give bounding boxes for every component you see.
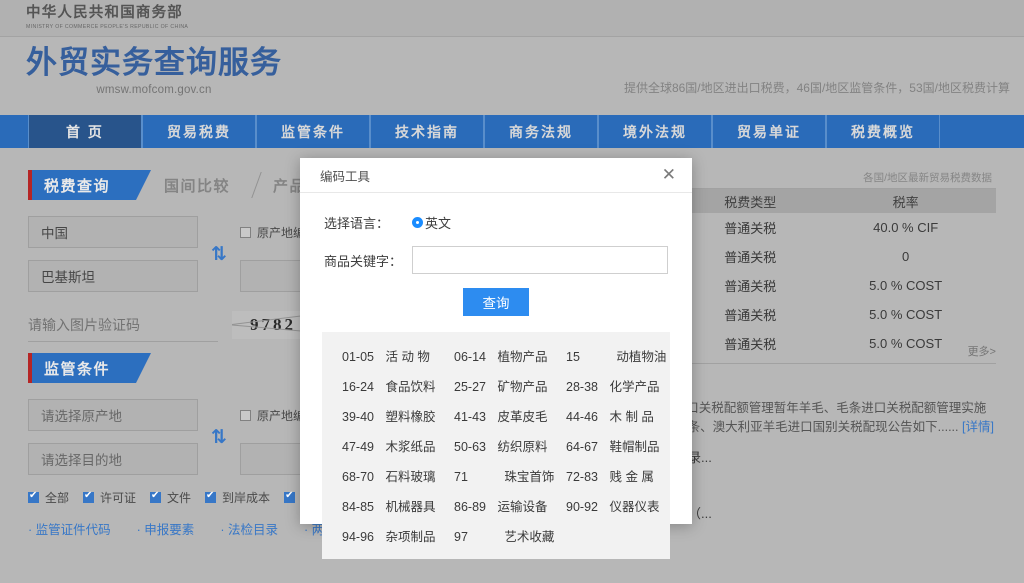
code-range: 94-96 <box>342 530 374 544</box>
code-cell-17[interactable]: 90-92 仪器仪表 <box>566 496 678 515</box>
code-range: 72-83 <box>566 470 598 484</box>
code-label: 化学产品 <box>606 380 660 394</box>
code-range: 64-67 <box>566 440 598 454</box>
code-cell-11[interactable]: 64-67 鞋帽制品 <box>566 436 678 455</box>
code-label: 动植物油 <box>606 350 667 364</box>
code-label: 杂项制品 <box>382 530 436 544</box>
language-radio-english[interactable]: 英文 <box>412 213 451 232</box>
language-row: 选择语言： 英文 <box>324 213 668 232</box>
code-range: 71 <box>454 470 468 484</box>
code-range: 16-24 <box>342 380 374 394</box>
code-label: 木 制 品 <box>606 410 654 424</box>
language-label: 选择语言： <box>324 216 390 231</box>
code-range: 01-05 <box>342 350 374 364</box>
code-range: 84-85 <box>342 500 374 514</box>
code-range: 28-38 <box>566 380 598 394</box>
code-cell-15[interactable]: 84-85 机械器具 <box>342 496 454 515</box>
code-cell-13[interactable]: 71 珠宝首饰 <box>454 466 566 485</box>
code-label: 植物产品 <box>494 350 548 364</box>
keyword-row: 商品关键字： <box>324 246 668 274</box>
code-range: 86-89 <box>454 500 486 514</box>
code-cell-9[interactable]: 47-49 木浆纸品 <box>342 436 454 455</box>
code-label: 鞋帽制品 <box>606 440 660 454</box>
code-range: 90-92 <box>566 500 598 514</box>
code-label: 贱 金 属 <box>606 470 654 484</box>
code-cell-7[interactable]: 41-43 皮革皮毛 <box>454 406 566 425</box>
code-range: 41-43 <box>454 410 486 424</box>
code-label: 皮革皮毛 <box>494 410 548 424</box>
code-cell-8[interactable]: 44-46 木 制 品 <box>566 406 678 425</box>
code-cell-2[interactable]: 15 动植物油 <box>566 346 678 365</box>
code-range: 47-49 <box>342 440 374 454</box>
keyword-input[interactable] <box>412 246 668 274</box>
code-cell-0[interactable]: 01-05 活 动 物 <box>342 346 454 365</box>
modal-header: 编码工具 ✕ <box>300 158 692 193</box>
code-label: 活 动 物 <box>382 350 430 364</box>
modal-body: 选择语言： 英文 商品关键字： 查询 <box>300 193 692 316</box>
modal-title: 编码工具 <box>320 169 371 184</box>
code-label: 石料玻璃 <box>382 470 436 484</box>
code-range: 97 <box>454 530 468 544</box>
code-cell-3[interactable]: 16-24 食品饮料 <box>342 376 454 395</box>
code-label: 运输设备 <box>494 500 548 514</box>
code-label: 机械器具 <box>382 500 436 514</box>
code-label: 仪器仪表 <box>606 500 660 514</box>
code-cell-12[interactable]: 68-70 石料玻璃 <box>342 466 454 485</box>
code-cell-5[interactable]: 28-38 化学产品 <box>566 376 678 395</box>
code-cell-1[interactable]: 06-14 植物产品 <box>454 346 566 365</box>
code-label: 艺术收藏 <box>494 530 555 544</box>
code-label: 塑料橡胶 <box>382 410 436 424</box>
code-label: 木浆纸品 <box>382 440 436 454</box>
code-label: 食品饮料 <box>382 380 436 394</box>
search-button[interactable]: 查询 <box>463 288 529 316</box>
code-range: 15 <box>566 350 580 364</box>
keyword-label: 商品关键字： <box>324 253 403 269</box>
code-cell-18[interactable]: 94-96 杂项制品 <box>342 526 454 545</box>
code-label: 纺织原料 <box>494 440 548 454</box>
code-label: 矿物产品 <box>494 380 548 394</box>
language-option-label: 英文 <box>425 216 452 231</box>
code-cell-10[interactable]: 50-63 纺织原料 <box>454 436 566 455</box>
encoding-tool-modal: 编码工具 ✕ 选择语言： 英文 商品关键字： 查询 01-05 活 动 物 06-… <box>300 158 692 559</box>
code-reference-panel: 01-05 活 动 物 06-14 植物产品 15 动植物油 16-24 食品饮料 25… <box>322 332 670 559</box>
code-range: 68-70 <box>342 470 374 484</box>
code-cell-16[interactable]: 86-89 运输设备 <box>454 496 566 515</box>
code-range: 06-14 <box>454 350 486 364</box>
code-cell-14[interactable]: 72-83 贱 金 属 <box>566 466 678 485</box>
code-cell-19[interactable]: 97 艺术收藏 <box>454 526 566 545</box>
close-icon[interactable]: ✕ <box>662 166 676 184</box>
code-label: 珠宝首饰 <box>494 470 555 484</box>
code-range: 25-27 <box>454 380 486 394</box>
code-grid: 01-05 活 动 物 06-14 植物产品 15 动植物油 16-24 食品饮料 25… <box>342 346 666 545</box>
radio-selected-icon[interactable] <box>412 217 423 228</box>
code-cell-6[interactable]: 39-40 塑料橡胶 <box>342 406 454 425</box>
code-range: 44-46 <box>566 410 598 424</box>
code-range: 39-40 <box>342 410 374 424</box>
code-range: 50-63 <box>454 440 486 454</box>
code-cell-4[interactable]: 25-27 矿物产品 <box>454 376 566 395</box>
